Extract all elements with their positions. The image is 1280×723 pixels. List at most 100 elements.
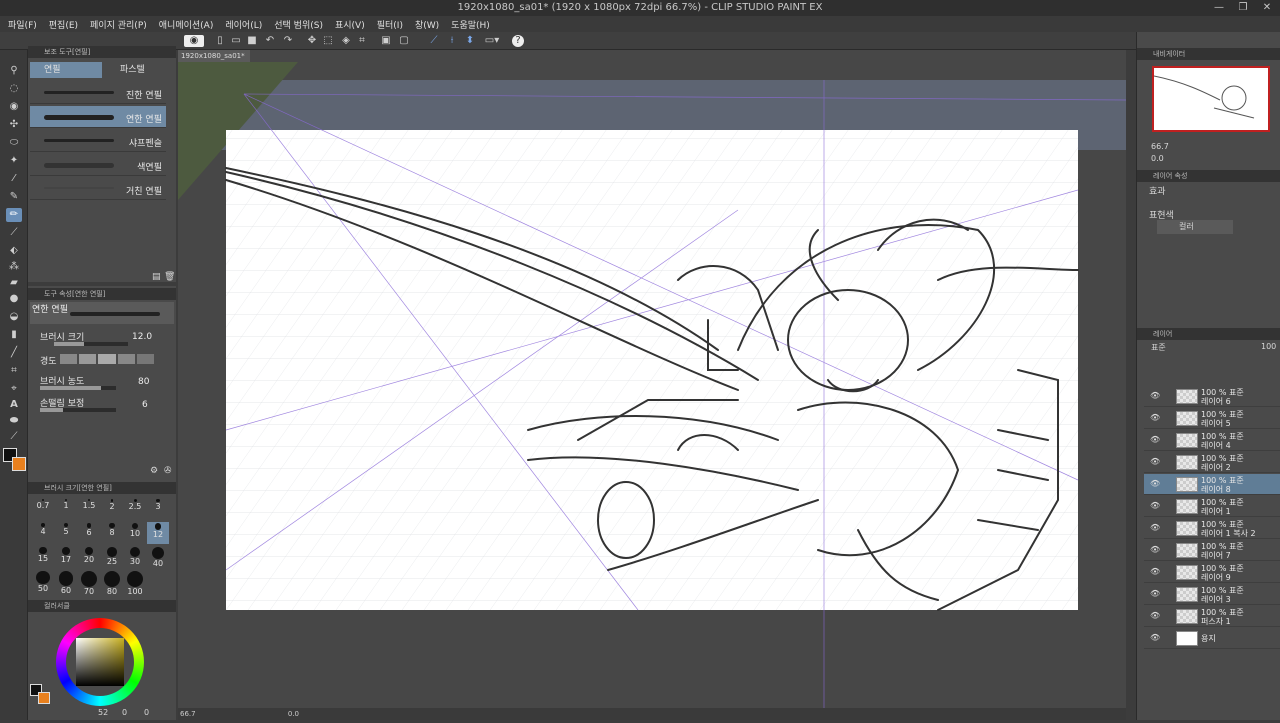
stabilization-value[interactable]: 6	[142, 400, 148, 410]
brush-size-option[interactable]: 10	[124, 522, 146, 544]
delete-subtool-icon[interactable]: 🗑	[164, 272, 175, 282]
layer-row[interactable]: 👁 100 % 표준 레이어 1	[1144, 496, 1280, 517]
snap-ruler-icon[interactable]: ⟋	[428, 35, 440, 47]
layer-visibility-icon[interactable]: 👁	[1150, 545, 1160, 554]
brush-size-value[interactable]: 12.0	[132, 332, 152, 342]
layer-row[interactable]: 👁 100 % 표준 레이어 6	[1144, 386, 1280, 407]
clear-icon[interactable]: ✥	[306, 35, 318, 47]
opacity-value[interactable]: 100	[1261, 342, 1276, 351]
navigator-zoom[interactable]: 66.7	[1151, 142, 1169, 151]
frame-icon[interactable]: ⌗	[6, 364, 22, 378]
close-button[interactable]: ✕	[1256, 0, 1278, 16]
redo-icon[interactable]: ↷	[282, 35, 294, 47]
eyedropper-icon[interactable]: ⁄	[6, 172, 22, 186]
correct-line-icon[interactable]: ⟋	[6, 430, 22, 444]
tab-pencil[interactable]: 연필	[30, 62, 102, 78]
menu-edit[interactable]: 편집(E)	[49, 18, 78, 31]
layer-visibility-icon[interactable]: 👁	[1150, 413, 1160, 422]
pencil-icon[interactable]: ✏	[6, 208, 22, 222]
layer-row[interactable]: 👁 100 % 표준 레이어 1 복사 2	[1144, 518, 1280, 539]
balloon-icon[interactable]: ⬬	[6, 414, 22, 428]
layer-visibility-icon[interactable]: 👁	[1150, 457, 1160, 466]
navigator-preview[interactable]	[1152, 66, 1270, 132]
status-zoom[interactable]: 66.7	[180, 710, 196, 718]
layer-row[interactable]: 👁 100 % 표준 레이어 5	[1144, 408, 1280, 429]
save-icon[interactable]: ■	[246, 35, 258, 47]
clip-studio-icon[interactable]: ◉	[184, 35, 204, 47]
brush-item-rough-pencil[interactable]: 거친 연필	[30, 178, 166, 200]
brush-size-option[interactable]: 0.7	[32, 498, 54, 520]
stabilization-slider[interactable]	[40, 408, 116, 412]
gradient-icon[interactable]: ▮	[6, 328, 22, 342]
text-tool-icon[interactable]: A	[6, 398, 22, 412]
canvas-area[interactable]	[178, 50, 1127, 720]
fill-icon[interactable]: ◈	[340, 35, 352, 47]
zoom-tool-icon[interactable]: ⚲	[6, 64, 22, 78]
airbrush-icon[interactable]: ⬖	[6, 244, 22, 258]
layer-row[interactable]: 👁 100 % 표준 레이어 3	[1144, 584, 1280, 605]
brush-item-color-pencil[interactable]: 색연필	[30, 154, 166, 176]
fill-tool-icon[interactable]: ◒	[6, 310, 22, 324]
new-file-icon[interactable]: ▯	[214, 35, 226, 47]
layer-row[interactable]: 👁 100 % 표준 레이어 4	[1144, 430, 1280, 451]
menu-animation[interactable]: 애니메이션(A)	[159, 18, 214, 31]
brush-icon[interactable]: ⟋	[6, 226, 22, 240]
eraser-icon[interactable]: ▰	[6, 276, 22, 290]
scale-icon[interactable]: ⌗	[356, 35, 368, 47]
blend-icon[interactable]: ●	[6, 292, 22, 306]
move-layer-icon[interactable]: ✣	[6, 118, 22, 132]
menu-selection[interactable]: 선택 범위(S)	[274, 18, 323, 31]
operation-tool-icon[interactable]: ◉	[6, 100, 22, 114]
layer-visibility-icon[interactable]: 👁	[1150, 501, 1160, 510]
figure-icon[interactable]: ╱	[6, 346, 22, 360]
brush-size-option[interactable]: 100	[124, 570, 146, 596]
layer-visibility-icon[interactable]: 👁	[1150, 523, 1160, 532]
blend-mode-select[interactable]: 표준	[1151, 342, 1166, 353]
undo-icon[interactable]: ↶	[264, 35, 276, 47]
layer-visibility-icon[interactable]: 👁	[1150, 567, 1160, 576]
brush-size-option[interactable]: 4	[32, 522, 54, 544]
brush-size-option[interactable]: 25	[101, 546, 123, 568]
settings-icon[interactable]: ⚙	[150, 466, 158, 476]
transform-icon[interactable]: ⬚	[322, 35, 334, 47]
brush-size-option[interactable]: 8	[101, 522, 123, 544]
layer-row[interactable]: 👁 100 % 표준 레이어 7	[1144, 540, 1280, 561]
layer-visibility-icon[interactable]: 👁	[1150, 589, 1160, 598]
brush-size-option[interactable]: 1	[55, 498, 77, 520]
brush-size-option[interactable]: 60	[55, 570, 77, 595]
hardness-selector[interactable]	[60, 354, 155, 364]
brush-size-option[interactable]: 6	[78, 522, 100, 544]
brush-item-dark-pencil[interactable]: 진한 연필	[30, 82, 166, 104]
layer-visibility-icon[interactable]: 👁	[1150, 479, 1160, 488]
brush-size-option[interactable]: 3	[147, 498, 169, 520]
pen-icon[interactable]: ✎	[6, 190, 22, 204]
brush-size-option[interactable]: 80	[101, 570, 123, 596]
status-angle[interactable]: 0.0	[288, 710, 299, 718]
layer-row[interactable]: 👁 100 % 표준 레이어 2	[1144, 452, 1280, 473]
brush-size-option[interactable]: 17	[55, 546, 77, 568]
tab-pastel[interactable]: 파스텔	[106, 62, 166, 78]
color-sub-swatch[interactable]	[38, 692, 50, 704]
brush-size-option[interactable]: 1.5	[78, 498, 100, 520]
layer-visibility-icon[interactable]: 👁	[1150, 391, 1160, 400]
navigator-rotation[interactable]: 0.0	[1151, 154, 1164, 163]
snap-grid-icon[interactable]: ⬍	[464, 35, 476, 47]
brush-item-light-pencil[interactable]: 연한 연필	[30, 106, 166, 128]
brush-size-option[interactable]: 50	[32, 570, 54, 593]
density-value[interactable]: 80	[138, 377, 149, 387]
layer-visibility-icon[interactable]: 👁	[1150, 611, 1160, 620]
hand-tool-icon[interactable]: ◌	[6, 82, 22, 96]
menu-view[interactable]: 표시(V)	[335, 18, 365, 31]
brush-size-option[interactable]: 70	[78, 570, 100, 596]
snap-special-ruler-icon[interactable]: ⟊	[446, 35, 458, 47]
decoration-icon[interactable]: ⁂	[6, 260, 22, 274]
brush-size-option[interactable]: 30	[124, 546, 146, 568]
menu-file[interactable]: 파일(F)	[8, 18, 37, 31]
menu-window[interactable]: 창(W)	[415, 18, 439, 31]
hue-ring[interactable]	[56, 618, 144, 706]
expression-color-select[interactable]: 컬러	[1157, 220, 1233, 234]
auto-select-icon[interactable]: ✦	[6, 154, 22, 168]
new-subtool-icon[interactable]: ▤	[152, 272, 161, 282]
menu-layer[interactable]: 레이어(L)	[225, 18, 262, 31]
ruler-icon[interactable]: ⌖	[6, 382, 22, 396]
